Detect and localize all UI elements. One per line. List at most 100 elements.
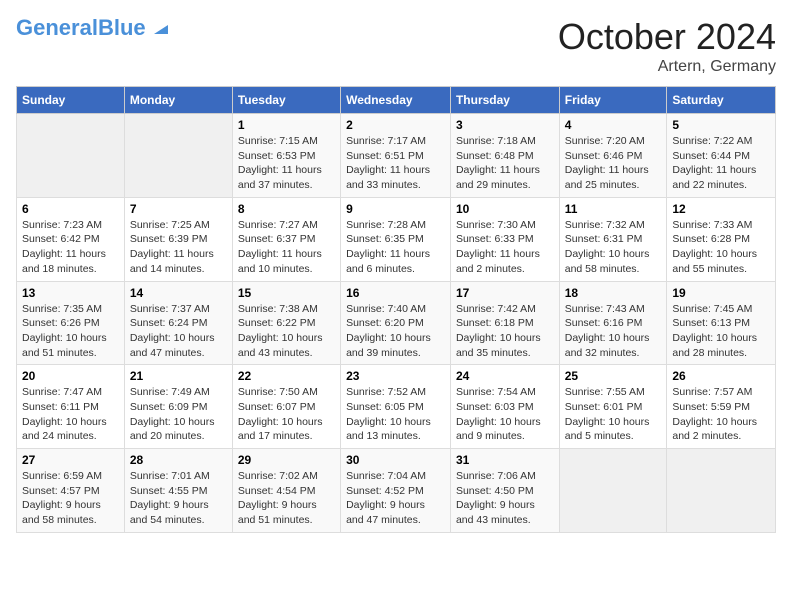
day-number: 8 <box>238 202 335 216</box>
day-details: Sunrise: 7:27 AMSunset: 6:37 PMDaylight:… <box>238 218 335 277</box>
calendar-table: Sunday Monday Tuesday Wednesday Thursday… <box>16 86 776 533</box>
day-details: Sunrise: 7:40 AMSunset: 6:20 PMDaylight:… <box>346 302 445 361</box>
table-row: 14Sunrise: 7:37 AMSunset: 6:24 PMDayligh… <box>124 281 232 365</box>
table-row: 13 Sunrise: 7:35 AMSunset: 6:26 PMDayligh… <box>17 281 125 365</box>
day-details: Sunrise: 7:15 AMSunset: 6:53 PMDaylight:… <box>238 134 335 193</box>
table-row: 24Sunrise: 7:54 AMSunset: 6:03 PMDayligh… <box>450 365 559 449</box>
day-details: Sunrise: 7:42 AMSunset: 6:18 PMDaylight:… <box>456 302 554 361</box>
header: GeneralBlue October 2024 Artern, Germany <box>16 16 776 76</box>
table-row: 23 Sunrise: 7:52 AMSunset: 6:05 PMDayligh… <box>341 365 451 449</box>
table-row <box>17 114 125 198</box>
day-details: Sunrise: 7:02 AMSunset: 4:54 PMDaylight:… <box>238 469 335 528</box>
day-details: Sunrise: 7:23 AMSunset: 6:42 PMDaylight:… <box>22 218 119 277</box>
table-row <box>559 449 667 533</box>
day-number: 22 <box>238 369 335 383</box>
table-row: 29 Sunrise: 7:02 AMSunset: 4:54 PMDayligh… <box>232 449 340 533</box>
calendar-body: 1Sunrise: 7:15 AMSunset: 6:53 PMDaylight… <box>17 114 776 533</box>
day-number: 18 <box>565 286 662 300</box>
header-row: Sunday Monday Tuesday Wednesday Thursday… <box>17 87 776 114</box>
col-saturday: Saturday <box>667 87 776 114</box>
location: Artern, Germany <box>558 58 776 76</box>
day-number: 14 <box>130 286 227 300</box>
table-row: 7 Sunrise: 7:25 AMSunset: 6:39 PMDaylight… <box>124 197 232 281</box>
calendar-week-5: 27Sunrise: 6:59 AMSunset: 4:57 PMDayligh… <box>17 449 776 533</box>
day-number: 23 <box>346 369 445 383</box>
day-number: 2 <box>346 118 445 132</box>
logo-arrow-icon <box>150 16 172 38</box>
day-number: 19 <box>672 286 770 300</box>
table-row <box>667 449 776 533</box>
day-number: 31 <box>456 453 554 467</box>
day-details: Sunrise: 7:38 AMSunset: 6:22 PMDaylight:… <box>238 302 335 361</box>
day-details: Sunrise: 7:32 AMSunset: 6:31 PMDaylight:… <box>565 218 662 277</box>
day-number: 10 <box>456 202 554 216</box>
table-row: 3Sunrise: 7:18 AMSunset: 6:48 PMDaylight… <box>450 114 559 198</box>
table-row: 4Sunrise: 7:20 AMSunset: 6:46 PMDaylight… <box>559 114 667 198</box>
day-number: 5 <box>672 118 770 132</box>
logo-blue: Blue <box>98 15 146 40</box>
day-details: Sunrise: 7:28 AMSunset: 6:35 PMDaylight:… <box>346 218 445 277</box>
table-row: 21Sunrise: 7:49 AMSunset: 6:09 PMDayligh… <box>124 365 232 449</box>
day-details: Sunrise: 7:17 AMSunset: 6:51 PMDaylight:… <box>346 134 445 193</box>
day-details: Sunrise: 7:01 AMSunset: 4:55 PMDaylight:… <box>130 469 227 528</box>
day-number: 15 <box>238 286 335 300</box>
table-row: 22Sunrise: 7:50 AMSunset: 6:07 PMDayligh… <box>232 365 340 449</box>
page: GeneralBlue October 2024 Artern, Germany… <box>0 0 792 612</box>
day-number: 21 <box>130 369 227 383</box>
day-number: 16 <box>346 286 445 300</box>
day-details: Sunrise: 7:33 AMSunset: 6:28 PMDaylight:… <box>672 218 770 277</box>
table-row: 11 Sunrise: 7:32 AMSunset: 6:31 PMDayligh… <box>559 197 667 281</box>
table-row: 1Sunrise: 7:15 AMSunset: 6:53 PMDaylight… <box>232 114 340 198</box>
table-row: 26 Sunrise: 7:57 AMSunset: 5:59 PMDayligh… <box>667 365 776 449</box>
day-number: 6 <box>22 202 119 216</box>
day-number: 12 <box>672 202 770 216</box>
table-row: 30 Sunrise: 7:04 AMSunset: 4:52 PMDayligh… <box>341 449 451 533</box>
day-number: 7 <box>130 202 227 216</box>
day-number: 13 <box>22 286 119 300</box>
table-row: 10 Sunrise: 7:30 AMSunset: 6:33 PMDayligh… <box>450 197 559 281</box>
day-details: Sunrise: 7:30 AMSunset: 6:33 PMDaylight:… <box>456 218 554 277</box>
calendar-week-1: 1Sunrise: 7:15 AMSunset: 6:53 PMDaylight… <box>17 114 776 198</box>
table-row: 9 Sunrise: 7:28 AMSunset: 6:35 PMDaylight… <box>341 197 451 281</box>
day-details: Sunrise: 7:47 AMSunset: 6:11 PMDaylight:… <box>22 385 119 444</box>
logo-text: GeneralBlue <box>16 16 146 40</box>
day-number: 27 <box>22 453 119 467</box>
day-details: Sunrise: 7:55 AMSunset: 6:01 PMDaylight:… <box>565 385 662 444</box>
table-row: 6 Sunrise: 7:23 AMSunset: 6:42 PMDaylight… <box>17 197 125 281</box>
day-number: 17 <box>456 286 554 300</box>
day-details: Sunrise: 7:35 AMSunset: 6:26 PMDaylight:… <box>22 302 119 361</box>
day-details: Sunrise: 7:22 AMSunset: 6:44 PMDaylight:… <box>672 134 770 193</box>
logo-line: GeneralBlue <box>16 16 172 40</box>
col-wednesday: Wednesday <box>341 87 451 114</box>
day-number: 20 <box>22 369 119 383</box>
col-monday: Monday <box>124 87 232 114</box>
day-details: Sunrise: 7:04 AMSunset: 4:52 PMDaylight:… <box>346 469 445 528</box>
day-number: 26 <box>672 369 770 383</box>
table-row: 19Sunrise: 7:45 AMSunset: 6:13 PMDayligh… <box>667 281 776 365</box>
col-sunday: Sunday <box>17 87 125 114</box>
day-number: 3 <box>456 118 554 132</box>
table-row: 28 Sunrise: 7:01 AMSunset: 4:55 PMDayligh… <box>124 449 232 533</box>
col-friday: Friday <box>559 87 667 114</box>
day-details: Sunrise: 7:43 AMSunset: 6:16 PMDaylight:… <box>565 302 662 361</box>
day-details: Sunrise: 7:57 AMSunset: 5:59 PMDaylight:… <box>672 385 770 444</box>
day-number: 29 <box>238 453 335 467</box>
table-row: 5 Sunrise: 7:22 AMSunset: 6:44 PMDaylight… <box>667 114 776 198</box>
day-details: Sunrise: 7:25 AMSunset: 6:39 PMDaylight:… <box>130 218 227 277</box>
month-title: October 2024 <box>558 16 776 58</box>
table-row: 17 Sunrise: 7:42 AMSunset: 6:18 PMDayligh… <box>450 281 559 365</box>
day-details: Sunrise: 7:52 AMSunset: 6:05 PMDaylight:… <box>346 385 445 444</box>
logo: GeneralBlue <box>16 16 172 40</box>
day-number: 9 <box>346 202 445 216</box>
day-number: 25 <box>565 369 662 383</box>
table-row: 31 Sunrise: 7:06 AMSunset: 4:50 PMDayligh… <box>450 449 559 533</box>
table-row <box>124 114 232 198</box>
day-details: Sunrise: 7:06 AMSunset: 4:50 PMDaylight:… <box>456 469 554 528</box>
day-number: 30 <box>346 453 445 467</box>
table-row: 18 Sunrise: 7:43 AMSunset: 6:16 PMDayligh… <box>559 281 667 365</box>
col-tuesday: Tuesday <box>232 87 340 114</box>
calendar-week-3: 13 Sunrise: 7:35 AMSunset: 6:26 PMDayligh… <box>17 281 776 365</box>
day-number: 28 <box>130 453 227 467</box>
col-thursday: Thursday <box>450 87 559 114</box>
day-number: 11 <box>565 202 662 216</box>
